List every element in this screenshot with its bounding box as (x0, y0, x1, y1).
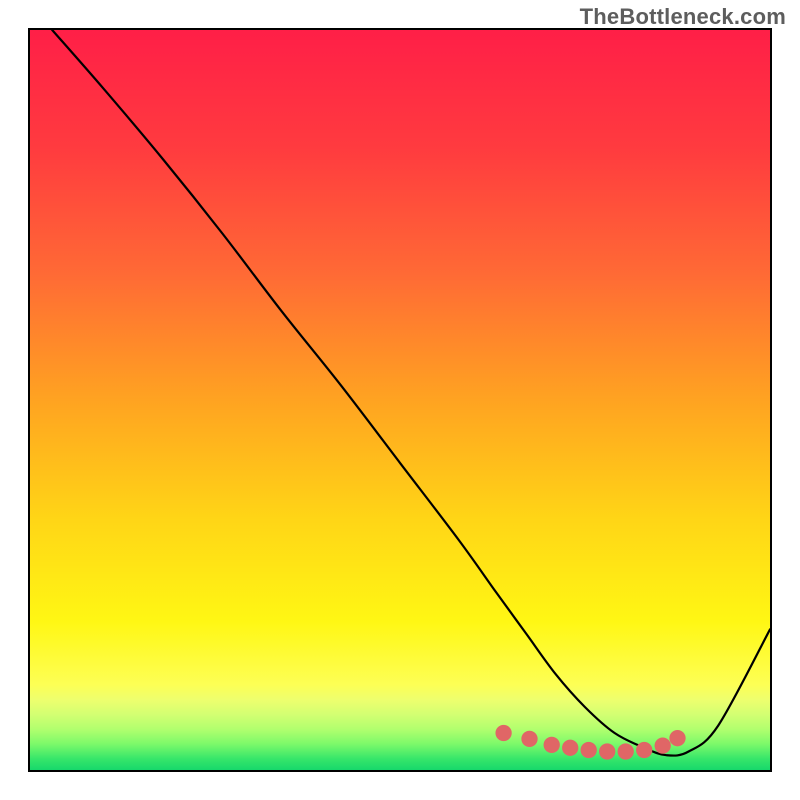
sweet-spot-dot (495, 725, 511, 741)
sweet-spot-dots (495, 725, 685, 760)
chart-stage: TheBottleneck.com (0, 0, 800, 800)
sweet-spot-dot (599, 743, 615, 759)
sweet-spot-dot (562, 740, 578, 756)
sweet-spot-dot (544, 737, 560, 753)
sweet-spot-dot (581, 742, 597, 758)
sweet-spot-dot (618, 743, 634, 759)
bottleneck-curve (52, 30, 770, 756)
sweet-spot-dot (655, 737, 671, 753)
sweet-spot-dot (636, 742, 652, 758)
watermark-label: TheBottleneck.com (580, 4, 786, 30)
curve-layer (30, 30, 770, 770)
plot-area (28, 28, 772, 772)
sweet-spot-dot (669, 730, 685, 746)
sweet-spot-dot (521, 731, 537, 747)
